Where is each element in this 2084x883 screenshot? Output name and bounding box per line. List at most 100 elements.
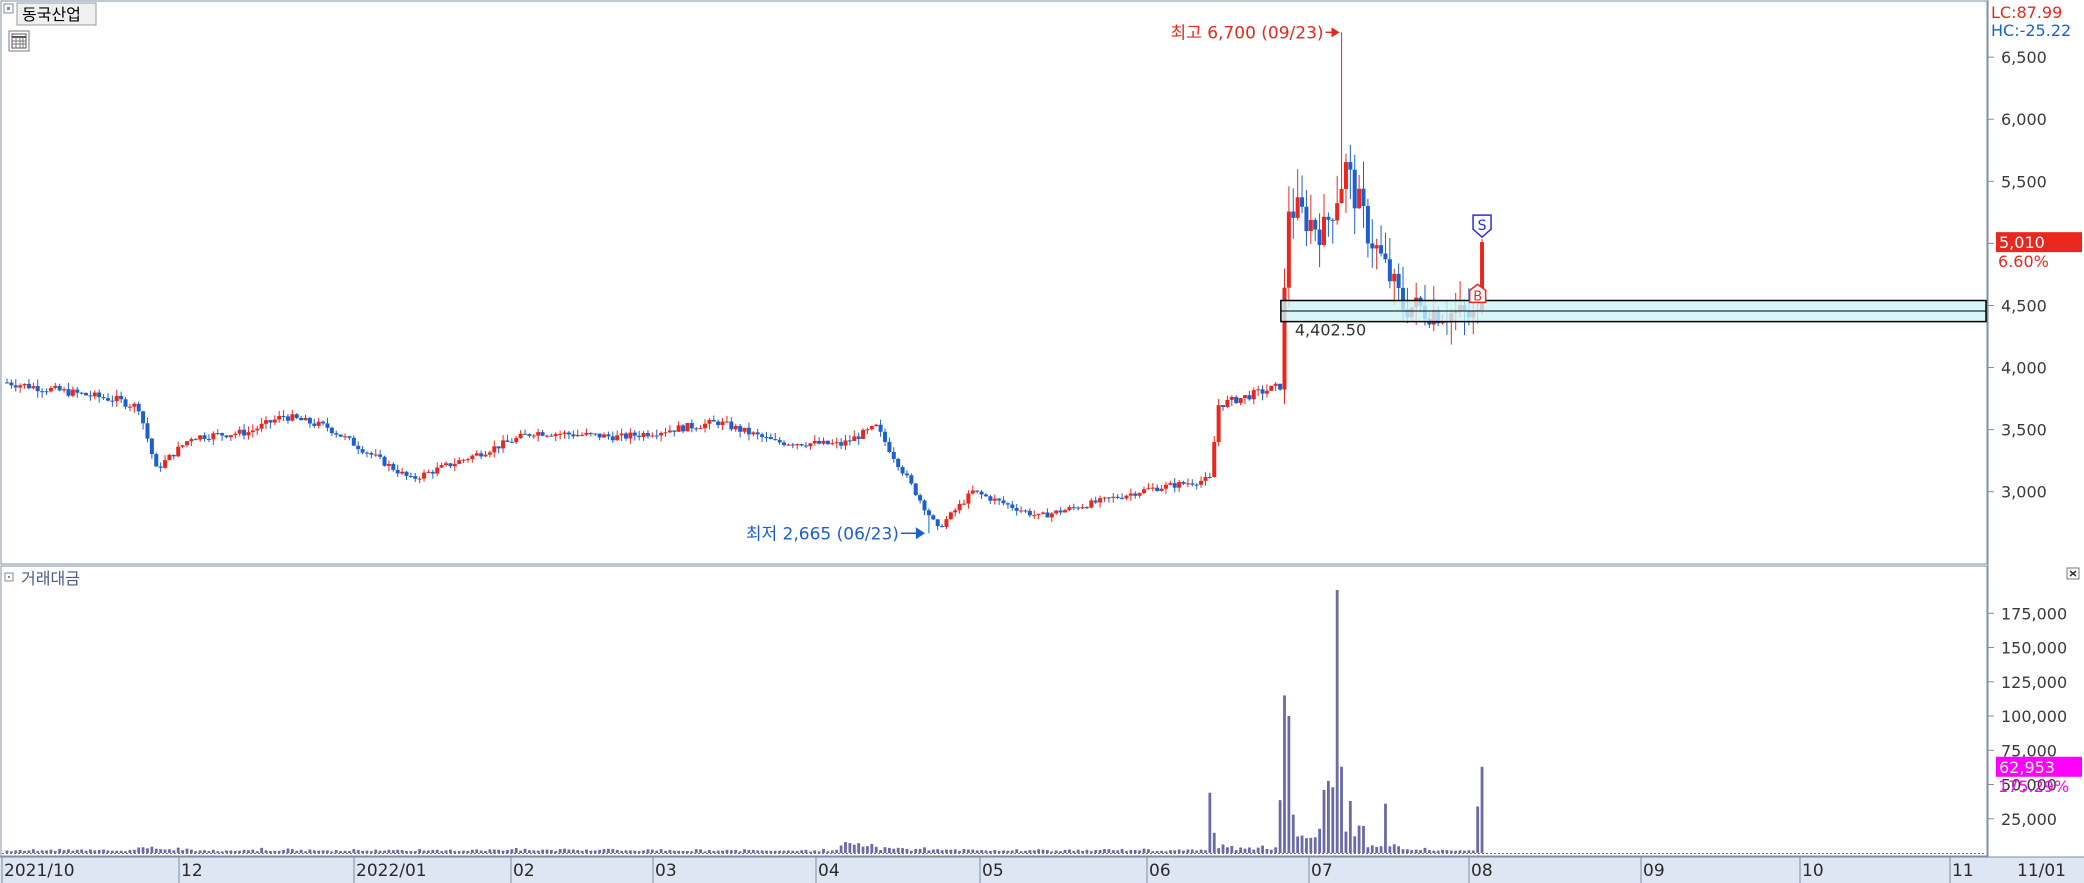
volume-bar	[62, 850, 66, 853]
candle-body	[852, 436, 857, 441]
volume-bar	[23, 850, 26, 853]
candle-body	[650, 435, 655, 437]
volume-bar	[593, 850, 597, 853]
candle-body	[817, 440, 822, 444]
candle-body	[755, 432, 760, 435]
candle-body	[237, 429, 242, 434]
candle-body	[167, 454, 172, 461]
candle-body	[1317, 229, 1322, 245]
volume-bar	[800, 850, 803, 853]
volume-bar	[374, 849, 378, 853]
candle-body	[597, 433, 602, 438]
volume-bar	[387, 849, 391, 853]
candle-body	[940, 526, 945, 528]
candle-body	[176, 446, 181, 457]
volume-bar	[1037, 849, 1041, 853]
candle-body	[1098, 498, 1103, 503]
volume-bar	[207, 851, 211, 853]
candle-body	[1304, 206, 1309, 232]
last-volume-change: 175.29%	[1998, 777, 2069, 796]
candle-body	[764, 436, 769, 438]
candle-body	[523, 433, 528, 435]
volume-bar	[1318, 828, 1322, 853]
volume-bar	[330, 851, 334, 853]
candle-body	[487, 452, 492, 455]
candle-body	[1313, 219, 1318, 230]
candle-body	[452, 463, 457, 467]
volume-bar	[826, 851, 830, 853]
candle-body	[1010, 504, 1015, 508]
volume-bar	[470, 849, 474, 853]
volume-bar	[690, 851, 694, 853]
candle-body	[1242, 395, 1247, 399]
candle-body	[479, 453, 484, 457]
candle-body	[645, 432, 650, 437]
candle-body	[1181, 482, 1186, 484]
candle-body	[364, 452, 369, 454]
candle-body	[163, 460, 168, 468]
volume-bar	[260, 847, 264, 853]
candle-body	[825, 440, 830, 445]
x-tick-label: 08	[1471, 861, 1493, 881]
volume-bar	[528, 850, 531, 853]
volume-bar	[251, 849, 255, 853]
candle-body	[1370, 243, 1375, 249]
volume-bar	[168, 849, 171, 853]
volume-bar	[1326, 780, 1330, 853]
stock-chart[interactable]: 4,402.50 최고 6,700 (09/23) 최저 2,665 (06/23…	[0, 0, 2084, 883]
stock-title-box[interactable]: 동국산업	[3, 2, 97, 26]
volume-bar	[233, 851, 237, 853]
volume-bar	[1041, 849, 1045, 853]
volume-bar	[1190, 849, 1194, 853]
volume-bar	[9, 851, 13, 853]
candle-body	[1080, 507, 1085, 509]
candle-body	[255, 428, 260, 431]
volume-bar	[1019, 851, 1023, 853]
volume-bar	[1471, 850, 1475, 853]
candle-body	[1014, 507, 1019, 511]
candle-body	[299, 417, 304, 421]
volume-bar	[1054, 850, 1058, 853]
volume-bar	[1265, 848, 1269, 853]
volume-bar	[892, 848, 896, 853]
candle-body	[975, 490, 980, 492]
volume-bar	[751, 849, 755, 853]
candle-body	[571, 434, 576, 437]
volume-bar	[848, 843, 852, 853]
volume-bar	[27, 850, 31, 853]
candle-body	[983, 494, 988, 497]
high-annotation-label: 최고 6,700 (09/23)	[1171, 23, 1324, 43]
candle-body	[703, 423, 708, 429]
candle-body	[887, 441, 892, 452]
close-icon[interactable]	[2066, 567, 2080, 580]
volume-bar	[918, 848, 922, 853]
volume-bar	[1002, 850, 1005, 853]
volume-bar	[176, 847, 180, 853]
volume-bar	[1028, 850, 1032, 853]
volume-bar	[993, 850, 997, 853]
volume-bar	[1199, 849, 1203, 853]
volume-bar	[1129, 849, 1133, 853]
candle-body	[250, 430, 255, 433]
candle-body	[896, 458, 901, 468]
candle-body	[1207, 476, 1212, 478]
volume-bar	[383, 850, 386, 853]
candle-body	[378, 454, 383, 457]
candle-body	[1062, 510, 1067, 513]
calendar-icon[interactable]	[8, 30, 30, 52]
candle-body	[395, 469, 400, 474]
volume-bar	[1278, 800, 1282, 853]
volume-bar	[1138, 850, 1142, 853]
volume-bar	[1313, 837, 1317, 853]
volume-bar	[633, 850, 637, 853]
volume-bar	[1344, 831, 1348, 853]
volume-bar	[396, 849, 400, 853]
volume-bar	[874, 846, 878, 853]
volume-bar	[1458, 850, 1462, 853]
volume-bar	[506, 849, 509, 853]
volume-bar	[1103, 849, 1106, 853]
volume-bar	[984, 850, 988, 853]
volume-bar	[1234, 850, 1238, 853]
candle-body	[171, 454, 176, 457]
volume-bar	[1173, 850, 1177, 853]
